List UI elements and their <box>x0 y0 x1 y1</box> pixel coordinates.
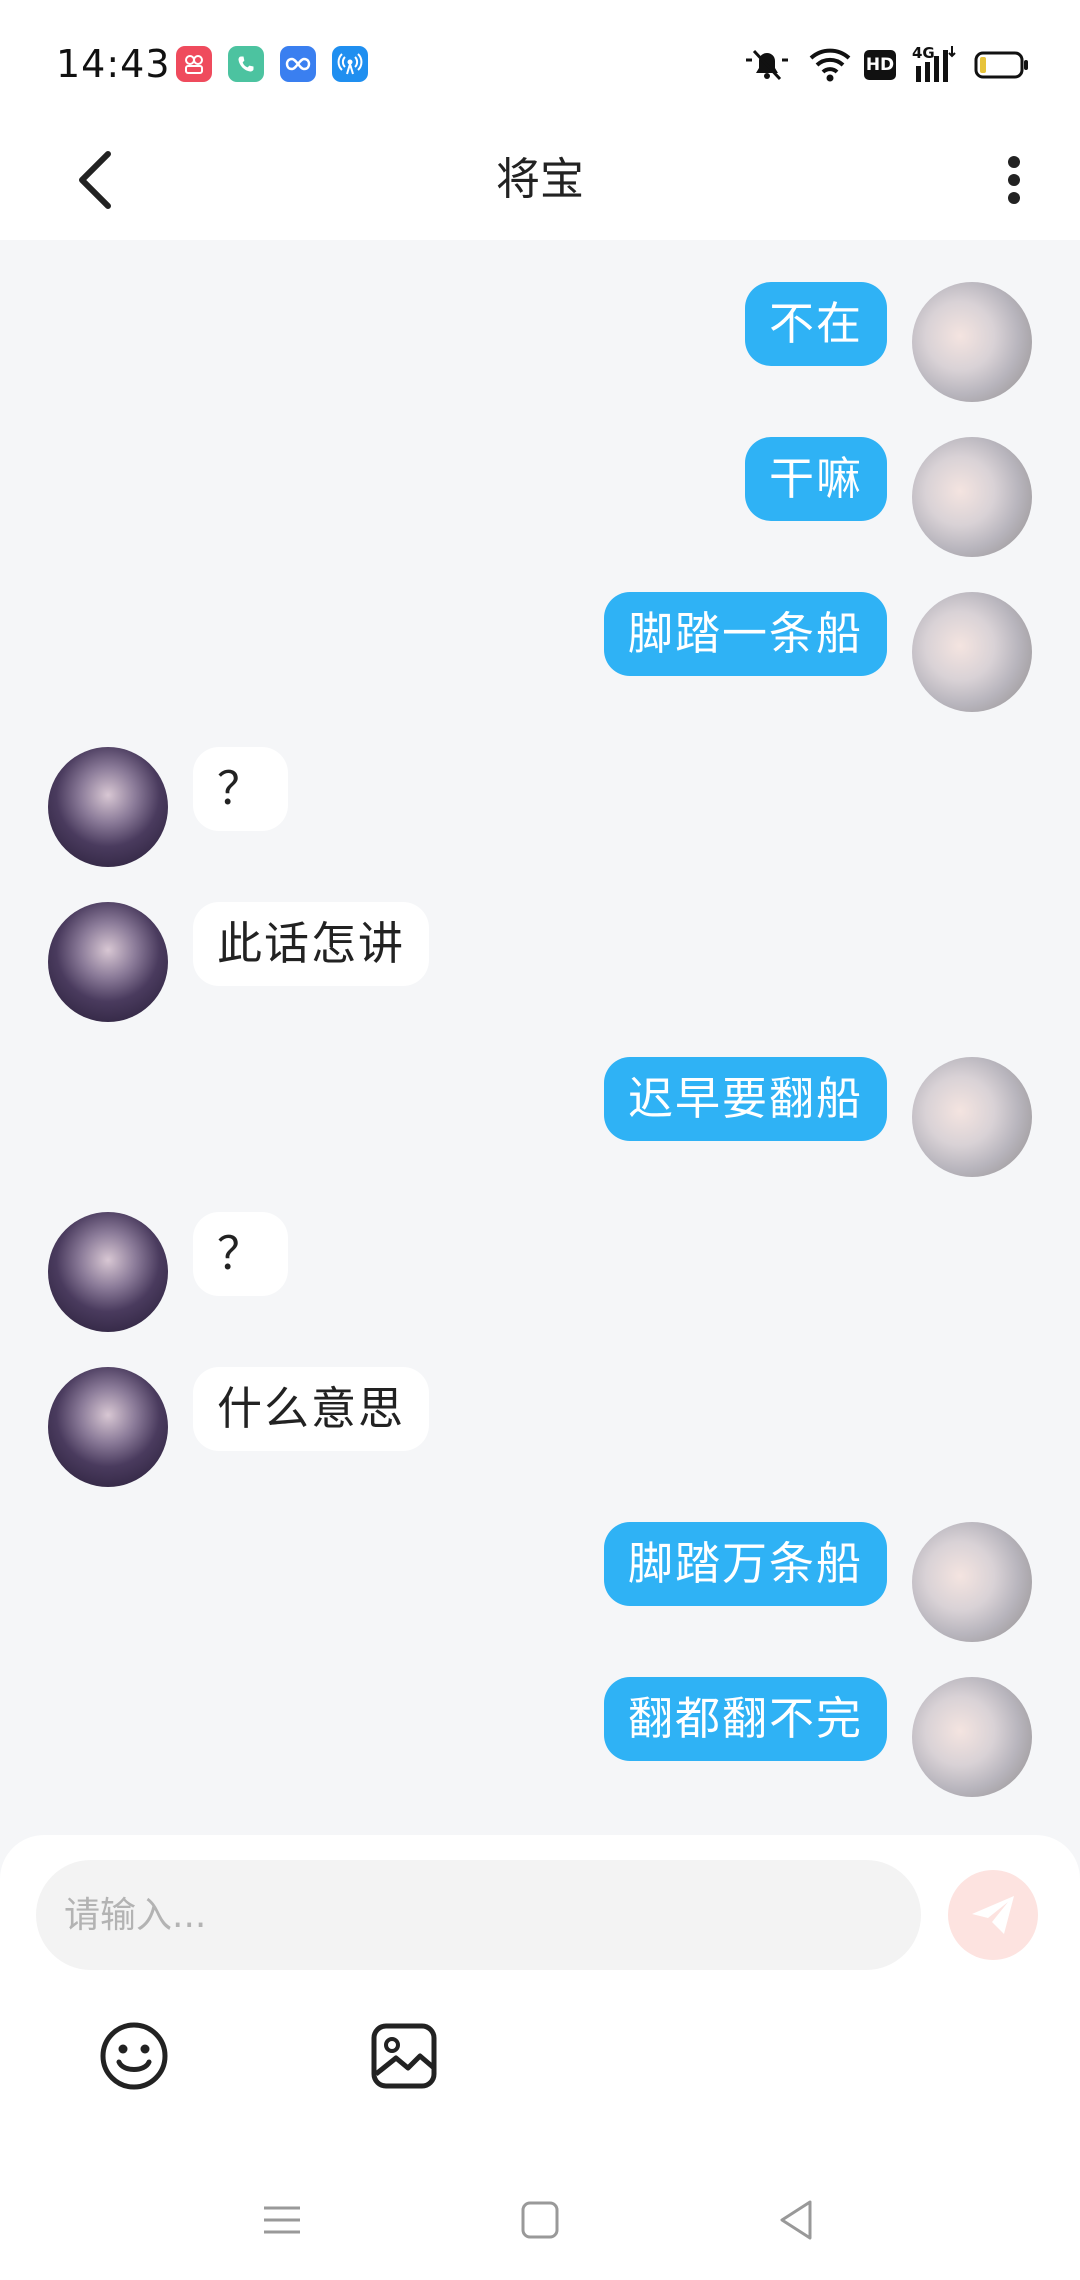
message-bubble[interactable]: 脚踏万条船 <box>603 1522 887 1606</box>
message-bubble[interactable]: 不在 <box>744 282 887 366</box>
system-navigation-bar <box>0 2160 1080 2280</box>
message-row: ？ <box>0 747 1080 877</box>
message-row: 迟早要翻船 <box>0 1057 1080 1187</box>
mute-icon <box>746 49 788 81</box>
smiley-icon <box>100 2022 168 2090</box>
contact-avatar[interactable] <box>48 902 168 1022</box>
message-bubble[interactable]: 什么意思 <box>193 1367 430 1451</box>
message-row: 此话怎讲 <box>0 902 1080 1032</box>
send-button[interactable] <box>948 1870 1038 1960</box>
contact-avatar[interactable] <box>48 747 168 867</box>
message-row: 什么意思 <box>0 1367 1080 1497</box>
back-nav-button[interactable] <box>766 2190 826 2250</box>
message-bubble[interactable]: 脚踏一条船 <box>603 592 887 676</box>
my-avatar[interactable] <box>912 592 1032 712</box>
square-icon <box>521 2201 559 2239</box>
message-bubble[interactable]: 迟早要翻船 <box>603 1057 887 1141</box>
home-nav-button[interactable] <box>510 2190 570 2250</box>
status-bar: 14:43 HD 4G <box>0 0 1080 120</box>
image-icon <box>371 2023 437 2089</box>
more-vertical-icon <box>1008 156 1020 204</box>
emoji-button[interactable] <box>98 2020 170 2092</box>
my-avatar[interactable] <box>912 1057 1032 1177</box>
contact-avatar[interactable] <box>48 1367 168 1487</box>
my-avatar[interactable] <box>912 1522 1032 1642</box>
more-options-button[interactable] <box>996 138 1036 222</box>
send-icon <box>972 1896 1014 1934</box>
hamburger-icon <box>264 2206 300 2234</box>
message-row: 翻都翻不完 <box>0 1677 1080 1807</box>
wifi-icon <box>809 48 851 82</box>
message-bubble[interactable]: ？ <box>193 747 289 831</box>
hotspot-app-icon <box>332 46 368 82</box>
message-row: 干嘛 <box>0 437 1080 567</box>
infinity-app-icon <box>280 46 316 82</box>
my-avatar[interactable] <box>912 282 1032 402</box>
message-row: 脚踏万条船 <box>0 1522 1080 1652</box>
status-time: 14:43 <box>56 42 171 86</box>
message-list[interactable]: 不在 干嘛 脚踏一条船 ？ 此话怎讲 迟早要翻船 ？ 什么意思 脚踏万条船 翻都… <box>0 240 1080 1835</box>
message-bubble[interactable]: 干嘛 <box>744 437 887 521</box>
message-row: 脚踏一条船 <box>0 592 1080 722</box>
message-bubble[interactable]: 翻都翻不完 <box>603 1677 887 1761</box>
video-call-app-icon <box>176 46 212 82</box>
message-row: 不在 <box>0 282 1080 412</box>
message-row: ？ <box>0 1212 1080 1342</box>
triangle-back-icon <box>780 2200 812 2240</box>
cellular-signal-icon: 4G <box>912 44 960 84</box>
hd-icon: HD <box>864 50 896 80</box>
chat-header: 将宝 <box>0 120 1080 240</box>
battery-icon <box>974 51 1028 79</box>
my-avatar[interactable] <box>912 437 1032 557</box>
phone-app-icon <box>228 46 264 82</box>
menu-nav-button[interactable] <box>252 2190 312 2250</box>
image-button[interactable] <box>368 2020 440 2092</box>
contact-avatar[interactable] <box>48 1212 168 1332</box>
message-bubble[interactable]: 此话怎讲 <box>193 902 430 986</box>
message-bubble[interactable]: ？ <box>193 1212 289 1296</box>
chat-title: 将宝 <box>496 154 584 205</box>
message-input[interactable] <box>36 1860 921 1970</box>
my-avatar[interactable] <box>912 1677 1032 1797</box>
